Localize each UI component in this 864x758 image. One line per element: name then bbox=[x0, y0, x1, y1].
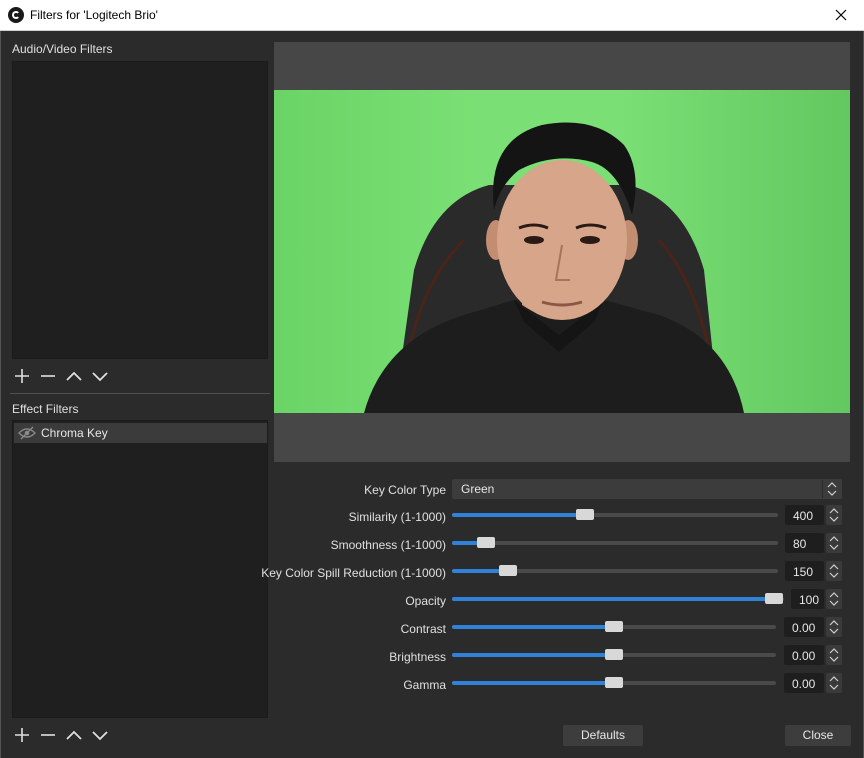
smoothness-value[interactable]: 80 bbox=[785, 533, 824, 553]
contrast-spinbox[interactable]: 0.00 bbox=[784, 617, 842, 637]
brightness-spinbox[interactable]: 0.00 bbox=[784, 645, 842, 665]
effect-filter-label: Chroma Key bbox=[41, 426, 108, 440]
chevron-up-icon bbox=[66, 730, 82, 740]
opacity-label: Opacity bbox=[405, 594, 446, 608]
chevron-down-icon bbox=[92, 731, 108, 741]
spill-reduction-label: Key Color Spill Reduction (1-1000) bbox=[261, 566, 446, 580]
updown-arrows-icon bbox=[822, 480, 841, 498]
effect-add-filter-button[interactable] bbox=[12, 726, 32, 744]
camera-preview-image bbox=[274, 90, 850, 413]
slider-fill bbox=[452, 513, 585, 517]
effect-filters-list[interactable] bbox=[12, 420, 268, 718]
key-color-type-select[interactable]: Green bbox=[452, 479, 842, 499]
effect-move-up-button[interactable] bbox=[64, 726, 84, 744]
av-filters-list[interactable] bbox=[12, 61, 268, 359]
plus-icon bbox=[15, 369, 29, 383]
chevron-down-icon bbox=[92, 372, 108, 382]
gamma-spinbox[interactable]: 0.00 bbox=[784, 673, 842, 693]
minus-icon bbox=[41, 734, 55, 736]
minus-icon bbox=[41, 375, 55, 377]
slider-fill bbox=[452, 597, 774, 601]
slider-handle[interactable] bbox=[605, 677, 623, 688]
spin-arrows-icon[interactable] bbox=[826, 505, 842, 525]
section-divider bbox=[10, 393, 270, 394]
window-close-button[interactable] bbox=[818, 0, 864, 30]
key-color-type-label: Key Color Type bbox=[364, 483, 446, 497]
contrast-slider[interactable] bbox=[452, 621, 776, 632]
similarity-value[interactable]: 400 bbox=[785, 505, 824, 525]
obs-logo-icon bbox=[8, 7, 24, 23]
opacity-slider[interactable] bbox=[452, 593, 784, 604]
gamma-value[interactable]: 0.00 bbox=[784, 673, 824, 693]
spill-reduction-spinbox[interactable]: 150 bbox=[785, 561, 842, 581]
effect-filter-item-chroma-key[interactable]: Chroma Key bbox=[14, 423, 267, 443]
slider-fill bbox=[452, 681, 614, 685]
gamma-slider[interactable] bbox=[452, 677, 776, 688]
slider-fill bbox=[452, 653, 614, 657]
av-move-up-button[interactable] bbox=[64, 367, 84, 385]
close-icon bbox=[835, 9, 847, 21]
av-add-filter-button[interactable] bbox=[12, 367, 32, 385]
contrast-value[interactable]: 0.00 bbox=[784, 617, 824, 637]
slider-handle[interactable] bbox=[605, 621, 623, 632]
defaults-button[interactable]: Defaults bbox=[563, 725, 643, 746]
slider-handle[interactable] bbox=[499, 565, 517, 576]
slider-fill bbox=[452, 625, 614, 629]
spill-reduction-value[interactable]: 150 bbox=[785, 561, 824, 581]
spin-arrows-icon[interactable] bbox=[826, 589, 842, 609]
slider-handle[interactable] bbox=[765, 593, 783, 604]
effect-move-down-button[interactable] bbox=[90, 726, 110, 744]
similarity-slider[interactable] bbox=[452, 509, 778, 520]
opacity-value[interactable]: 100 bbox=[791, 589, 824, 609]
smoothness-label: Smoothness (1-1000) bbox=[330, 538, 446, 552]
key-color-type-value: Green bbox=[461, 482, 495, 496]
slider-handle[interactable] bbox=[605, 649, 623, 660]
spin-arrows-icon[interactable] bbox=[826, 673, 842, 693]
effect-filters-toolbar bbox=[12, 726, 110, 744]
smoothness-spinbox[interactable]: 80 bbox=[785, 533, 842, 553]
spill-reduction-slider[interactable] bbox=[452, 565, 778, 576]
window-title: Filters for 'Logitech Brio' bbox=[30, 8, 158, 22]
av-move-down-button[interactable] bbox=[90, 367, 110, 385]
brightness-value[interactable]: 0.00 bbox=[784, 645, 824, 665]
eye-hidden-icon[interactable] bbox=[18, 426, 36, 440]
similarity-spinbox[interactable]: 400 bbox=[785, 505, 842, 525]
slider-handle[interactable] bbox=[576, 509, 594, 520]
gamma-label: Gamma bbox=[403, 678, 446, 692]
effect-remove-filter-button[interactable] bbox=[38, 726, 58, 744]
opacity-spinbox[interactable]: 100 bbox=[791, 589, 842, 609]
spin-arrows-icon[interactable] bbox=[826, 533, 842, 553]
av-filters-toolbar bbox=[12, 367, 110, 385]
brightness-label: Brightness bbox=[389, 650, 446, 664]
spin-arrows-icon[interactable] bbox=[826, 617, 842, 637]
person-on-green-screen bbox=[364, 122, 744, 413]
brightness-slider[interactable] bbox=[452, 649, 776, 660]
window-border-left bbox=[0, 31, 1, 758]
similarity-label: Similarity (1-1000) bbox=[348, 510, 446, 524]
close-button[interactable]: Close bbox=[785, 725, 851, 746]
contrast-label: Contrast bbox=[400, 622, 446, 636]
spin-arrows-icon[interactable] bbox=[826, 561, 842, 581]
plus-icon bbox=[15, 728, 29, 742]
av-remove-filter-button[interactable] bbox=[38, 367, 58, 385]
effect-filters-label: Effect Filters bbox=[12, 402, 79, 416]
title-bar: Filters for 'Logitech Brio' bbox=[0, 0, 864, 31]
smoothness-slider[interactable] bbox=[452, 537, 778, 548]
av-filters-label: Audio/Video Filters bbox=[12, 42, 113, 56]
slider-handle[interactable] bbox=[477, 537, 495, 548]
chevron-up-icon bbox=[66, 371, 82, 381]
spin-arrows-icon[interactable] bbox=[826, 645, 842, 665]
